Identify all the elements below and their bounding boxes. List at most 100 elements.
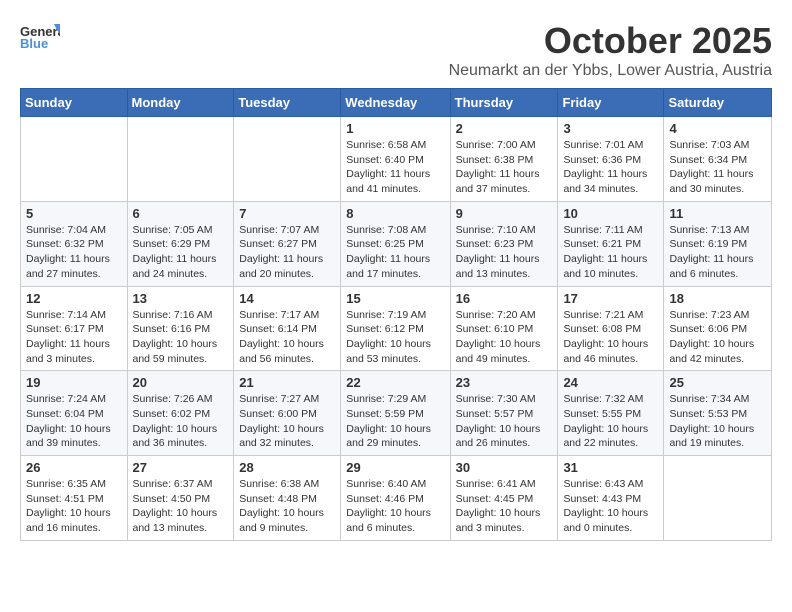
- day-number: 14: [239, 291, 335, 306]
- calendar-cell: 9 Sunrise: 7:10 AM Sunset: 6:23 PM Daylig…: [450, 201, 558, 286]
- day-info: Sunrise: 7:20 AM Sunset: 6:10 PM Dayligh…: [456, 308, 553, 367]
- day-number: 21: [239, 375, 335, 390]
- day-number: 20: [133, 375, 229, 390]
- day-number: 18: [669, 291, 766, 306]
- calendar-cell: 11 Sunrise: 7:13 AM Sunset: 6:19 PM Dayli…: [664, 201, 772, 286]
- weekday-header-monday: Monday: [127, 89, 234, 117]
- day-number: 1: [346, 121, 444, 136]
- day-info: Sunrise: 7:07 AM Sunset: 6:27 PM Dayligh…: [239, 223, 335, 282]
- calendar-cell: 21 Sunrise: 7:27 AM Sunset: 6:00 PM Dayli…: [234, 371, 341, 456]
- calendar-week-row: 12 Sunrise: 7:14 AM Sunset: 6:17 PM Dayli…: [21, 286, 772, 371]
- calendar-cell: 17 Sunrise: 7:21 AM Sunset: 6:08 PM Dayli…: [558, 286, 664, 371]
- day-info: Sunrise: 7:24 AM Sunset: 6:04 PM Dayligh…: [26, 392, 122, 451]
- calendar-table: SundayMondayTuesdayWednesdayThursdayFrid…: [20, 88, 772, 541]
- day-number: 29: [346, 460, 444, 475]
- day-number: 9: [456, 206, 553, 221]
- calendar-cell: 26Sunrise: 6:35 AM Sunset: 4:51 PM Dayli…: [21, 456, 128, 541]
- day-number: 6: [133, 206, 229, 221]
- day-number: 13: [133, 291, 229, 306]
- day-number: 15: [346, 291, 444, 306]
- calendar-cell: 13 Sunrise: 7:16 AM Sunset: 6:16 PM Dayli…: [127, 286, 234, 371]
- day-info: Sunrise: 7:08 AM Sunset: 6:25 PM Dayligh…: [346, 223, 444, 282]
- logo: General Blue: [20, 20, 60, 52]
- weekday-header-tuesday: Tuesday: [234, 89, 341, 117]
- day-info: Sunrise: 7:16 AM Sunset: 6:16 PM Dayligh…: [133, 308, 229, 367]
- location-title: Neumarkt an der Ybbs, Lower Austria, Aus…: [449, 62, 772, 80]
- calendar-week-row: 19 Sunrise: 7:24 AM Sunset: 6:04 PM Dayli…: [21, 371, 772, 456]
- calendar-cell: 30 Sunrise: 6:41 AM Sunset: 4:45 PM Dayli…: [450, 456, 558, 541]
- day-info: Sunrise: 7:05 AM Sunset: 6:29 PM Dayligh…: [133, 223, 229, 282]
- day-info: Sunrise: 7:14 AM Sunset: 6:17 PM Dayligh…: [26, 308, 122, 367]
- day-number: 8: [346, 206, 444, 221]
- calendar-cell: 23Sunrise: 7:30 AM Sunset: 5:57 PM Dayli…: [450, 371, 558, 456]
- calendar-cell: 4 Sunrise: 7:03 AM Sunset: 6:34 PM Daylig…: [664, 117, 772, 202]
- day-number: 31: [563, 460, 658, 475]
- calendar-cell: 27Sunrise: 6:37 AM Sunset: 4:50 PM Dayli…: [127, 456, 234, 541]
- calendar-cell: [21, 117, 128, 202]
- calendar-cell: 2Sunrise: 7:00 AM Sunset: 6:38 PM Daylig…: [450, 117, 558, 202]
- calendar-cell: 18 Sunrise: 7:23 AM Sunset: 6:06 PM Dayli…: [664, 286, 772, 371]
- day-info: Sunrise: 7:13 AM Sunset: 6:19 PM Dayligh…: [669, 223, 766, 282]
- calendar-week-row: 26Sunrise: 6:35 AM Sunset: 4:51 PM Dayli…: [21, 456, 772, 541]
- day-info: Sunrise: 6:40 AM Sunset: 4:46 PM Dayligh…: [346, 477, 444, 536]
- day-info: Sunrise: 7:27 AM Sunset: 6:00 PM Dayligh…: [239, 392, 335, 451]
- day-info: Sunrise: 7:03 AM Sunset: 6:34 PM Dayligh…: [669, 138, 766, 197]
- day-info: Sunrise: 7:19 AM Sunset: 6:12 PM Dayligh…: [346, 308, 444, 367]
- calendar-cell: 8 Sunrise: 7:08 AM Sunset: 6:25 PM Daylig…: [341, 201, 450, 286]
- calendar-cell: 1 Sunrise: 6:58 AM Sunset: 6:40 PM Daylig…: [341, 117, 450, 202]
- calendar-cell: 10 Sunrise: 7:11 AM Sunset: 6:21 PM Dayli…: [558, 201, 664, 286]
- day-number: 17: [563, 291, 658, 306]
- title-block: October 2025 Neumarkt an der Ybbs, Lower…: [449, 20, 772, 80]
- day-number: 10: [563, 206, 658, 221]
- weekday-header-saturday: Saturday: [664, 89, 772, 117]
- calendar-cell: 7Sunrise: 7:07 AM Sunset: 6:27 PM Daylig…: [234, 201, 341, 286]
- day-number: 28: [239, 460, 335, 475]
- day-info: Sunrise: 6:43 AM Sunset: 4:43 PM Dayligh…: [563, 477, 658, 536]
- calendar-cell: [234, 117, 341, 202]
- calendar-cell: 15 Sunrise: 7:19 AM Sunset: 6:12 PM Dayli…: [341, 286, 450, 371]
- page-header: General Blue October 2025 Neumarkt an de…: [20, 20, 772, 80]
- day-info: Sunrise: 7:00 AM Sunset: 6:38 PM Dayligh…: [456, 138, 553, 197]
- calendar-cell: 16 Sunrise: 7:20 AM Sunset: 6:10 PM Dayli…: [450, 286, 558, 371]
- weekday-header-sunday: Sunday: [21, 89, 128, 117]
- day-info: Sunrise: 7:10 AM Sunset: 6:23 PM Dayligh…: [456, 223, 553, 282]
- day-info: Sunrise: 7:11 AM Sunset: 6:21 PM Dayligh…: [563, 223, 658, 282]
- day-info: Sunrise: 7:34 AM Sunset: 5:53 PM Dayligh…: [669, 392, 766, 451]
- calendar-cell: 14 Sunrise: 7:17 AM Sunset: 6:14 PM Dayli…: [234, 286, 341, 371]
- calendar-week-row: 1 Sunrise: 6:58 AM Sunset: 6:40 PM Daylig…: [21, 117, 772, 202]
- calendar-cell: 25Sunrise: 7:34 AM Sunset: 5:53 PM Dayli…: [664, 371, 772, 456]
- calendar-cell: 3Sunrise: 7:01 AM Sunset: 6:36 PM Daylig…: [558, 117, 664, 202]
- day-info: Sunrise: 7:26 AM Sunset: 6:02 PM Dayligh…: [133, 392, 229, 451]
- day-number: 4: [669, 121, 766, 136]
- day-number: 16: [456, 291, 553, 306]
- day-info: Sunrise: 7:17 AM Sunset: 6:14 PM Dayligh…: [239, 308, 335, 367]
- day-number: 12: [26, 291, 122, 306]
- day-info: Sunrise: 7:30 AM Sunset: 5:57 PM Dayligh…: [456, 392, 553, 451]
- calendar-cell: 6 Sunrise: 7:05 AM Sunset: 6:29 PM Daylig…: [127, 201, 234, 286]
- weekday-header-thursday: Thursday: [450, 89, 558, 117]
- calendar-cell: [127, 117, 234, 202]
- calendar-cell: 12 Sunrise: 7:14 AM Sunset: 6:17 PM Dayli…: [21, 286, 128, 371]
- day-info: Sunrise: 6:37 AM Sunset: 4:50 PM Dayligh…: [133, 477, 229, 536]
- calendar-cell: [664, 456, 772, 541]
- day-info: Sunrise: 6:41 AM Sunset: 4:45 PM Dayligh…: [456, 477, 553, 536]
- weekday-header-row: SundayMondayTuesdayWednesdayThursdayFrid…: [21, 89, 772, 117]
- calendar-cell: 19 Sunrise: 7:24 AM Sunset: 6:04 PM Dayli…: [21, 371, 128, 456]
- day-info: Sunrise: 7:23 AM Sunset: 6:06 PM Dayligh…: [669, 308, 766, 367]
- calendar-cell: 5Sunrise: 7:04 AM Sunset: 6:32 PM Daylig…: [21, 201, 128, 286]
- day-number: 30: [456, 460, 553, 475]
- day-info: Sunrise: 7:21 AM Sunset: 6:08 PM Dayligh…: [563, 308, 658, 367]
- day-number: 11: [669, 206, 766, 221]
- calendar-cell: 29 Sunrise: 6:40 AM Sunset: 4:46 PM Dayli…: [341, 456, 450, 541]
- calendar-cell: 22 Sunrise: 7:29 AM Sunset: 5:59 PM Dayli…: [341, 371, 450, 456]
- day-number: 22: [346, 375, 444, 390]
- weekday-header-wednesday: Wednesday: [341, 89, 450, 117]
- month-title: October 2025: [449, 20, 772, 62]
- weekday-header-friday: Friday: [558, 89, 664, 117]
- day-info: Sunrise: 7:01 AM Sunset: 6:36 PM Dayligh…: [563, 138, 658, 197]
- day-info: Sunrise: 6:58 AM Sunset: 6:40 PM Dayligh…: [346, 138, 444, 197]
- day-number: 19: [26, 375, 122, 390]
- day-number: 26: [26, 460, 122, 475]
- day-info: Sunrise: 7:29 AM Sunset: 5:59 PM Dayligh…: [346, 392, 444, 451]
- calendar-cell: 28Sunrise: 6:38 AM Sunset: 4:48 PM Dayli…: [234, 456, 341, 541]
